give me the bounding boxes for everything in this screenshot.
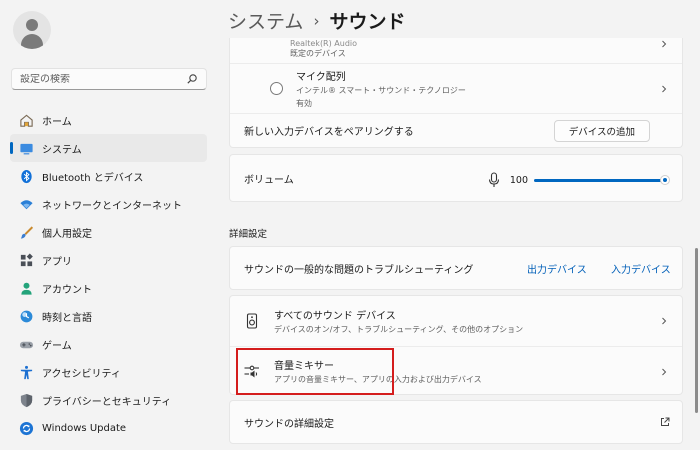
troubleshoot-card: サウンドの一般的な問題のトラブルシューティング 出力デバイス 入力デバイス [229, 246, 683, 290]
chevron-right-icon [662, 85, 667, 93]
sidebar-item-windows-update[interactable]: Windows Update [10, 414, 207, 442]
advanced-section-title: 詳細設定 [229, 229, 268, 240]
sidebar-item-accounts[interactable]: アカウント [10, 274, 207, 302]
search-box[interactable] [11, 68, 207, 90]
apps-icon [18, 252, 34, 268]
sidebar-item-system[interactable]: システム [10, 134, 207, 162]
mic-vendor: インテル® スマート・サウンド・テクノロジー [296, 86, 466, 95]
sidebar-item-label: Bluetooth とデバイス [42, 172, 144, 184]
sidebar-item-label: システム [42, 144, 82, 156]
sidebar: ホーム システム Bluetooth とデバイス ネットワークとインターネット … [0, 0, 215, 450]
chevron-right-icon [662, 317, 667, 325]
add-device-button[interactable]: デバイスの追加 [553, 119, 650, 142]
input-device-realtek-sub: 既定のデバイス [290, 49, 346, 58]
input-device-mic-row[interactable]: マイク配列 インテル® スマート・サウンド・テクノロジー 有効 [230, 63, 682, 113]
more-sound-settings-row[interactable]: サウンドの詳細設定 [230, 401, 682, 443]
volume-mixer-title: 音量ミキサー [274, 361, 334, 372]
input-device-realtek-title: Realtek(R) Audio [290, 39, 358, 48]
sidebar-item-bluetooth[interactable]: Bluetooth とデバイス [10, 162, 207, 190]
sidebar-item-label: アクセシビリティ [42, 368, 121, 380]
sidebar-item-privacy-security[interactable]: プライバシーとセキュリティ [10, 386, 207, 414]
volume-mixer-sub: アプリの音量ミキサー、アプリの入力および出力デバイス [274, 375, 482, 384]
volume-slider-track [534, 179, 666, 182]
mic-status: 有効 [296, 99, 312, 108]
troubleshoot-input-link[interactable]: 入力デバイス [611, 261, 671, 276]
breadcrumb-separator: › [313, 11, 320, 30]
breadcrumb: システム › サウンド [228, 7, 405, 34]
wifi-icon [18, 196, 34, 212]
sidebar-item-home[interactable]: ホーム [10, 106, 207, 134]
chevron-right-icon [662, 368, 667, 376]
troubleshoot-row: サウンドの一般的な問題のトラブルシューティング 出力デバイス 入力デバイス [230, 247, 682, 289]
system-icon [18, 140, 34, 156]
sidebar-item-accessibility[interactable]: アクセシビリティ [10, 358, 207, 386]
sound-devices-card: すべてのサウンド デバイス デバイスのオン/オフ、トラブルシューティング、その他… [229, 295, 683, 395]
update-icon [18, 420, 34, 436]
open-external-icon [661, 417, 670, 426]
more-sound-settings-label: サウンドの詳細設定 [244, 418, 334, 430]
sidebar-item-label: アプリ [42, 256, 72, 268]
volume-label: ボリューム [244, 174, 294, 186]
sidebar-item-gaming[interactable]: ゲーム [10, 330, 207, 358]
sidebar-item-label: ホーム [42, 116, 72, 128]
volume-row: ボリューム 100 [230, 155, 682, 201]
sidebar-item-time-language[interactable]: 時刻と言語 [10, 302, 207, 330]
page-title: サウンド [329, 11, 406, 33]
avatar[interactable] [13, 11, 51, 49]
all-sound-devices-row[interactable]: すべてのサウンド デバイス デバイスのオン/オフ、トラブルシューティング、その他… [230, 296, 682, 346]
sidebar-item-label: ゲーム [42, 340, 72, 352]
brush-icon [18, 224, 34, 240]
troubleshoot-label: サウンドの一般的な問題のトラブルシューティング [244, 264, 474, 276]
volume-mixer-icon [244, 365, 259, 378]
all-sound-devices-sub: デバイスのオン/オフ、トラブルシューティング、その他のオプション [274, 325, 524, 334]
home-icon [18, 112, 34, 128]
clock-globe-icon [18, 308, 34, 324]
microphone-icon[interactable] [488, 172, 500, 188]
sidebar-item-label: 個人用設定 [42, 228, 92, 240]
sidebar-item-apps[interactable]: アプリ [10, 246, 207, 274]
search-icon[interactable] [186, 73, 198, 85]
chevron-right-icon [662, 40, 667, 48]
scrollbar[interactable] [695, 248, 698, 413]
input-devices-card: Realtek(R) Audio 既定のデバイス マイク配列 インテル® スマー… [229, 38, 683, 148]
sidebar-item-label: ネットワークとインターネット [42, 200, 182, 212]
sidebar-item-label: プライバシーとセキュリティ [42, 396, 172, 408]
pair-input-label: 新しい入力デバイスをペアリングする [244, 127, 414, 138]
speaker-icon [246, 313, 258, 329]
sidebar-item-label: Windows Update [42, 422, 127, 434]
volume-card: ボリューム 100 [229, 154, 683, 202]
sidebar-item-label: アカウント [42, 284, 92, 296]
gamepad-icon [18, 336, 34, 352]
troubleshoot-output-link[interactable]: 出力デバイス [527, 261, 587, 276]
breadcrumb-parent[interactable]: システム [228, 7, 303, 34]
all-sound-devices-title: すべてのサウンド デバイス [274, 311, 396, 322]
accessibility-icon [18, 364, 34, 380]
account-icon [18, 280, 34, 296]
input-device-realtek-row[interactable]: Realtek(R) Audio 既定のデバイス [230, 38, 682, 63]
volume-value: 100 [509, 174, 528, 186]
volume-slider-thumb[interactable] [660, 175, 670, 185]
sidebar-item-label: 時刻と言語 [42, 312, 92, 324]
bluetooth-icon [18, 168, 34, 184]
sidebar-item-personalization[interactable]: 個人用設定 [10, 218, 207, 246]
shield-icon [18, 392, 34, 408]
mic-title: マイク配列 [296, 72, 346, 83]
mic-radio[interactable] [270, 82, 283, 95]
volume-slider[interactable] [534, 175, 670, 185]
sidebar-nav: ホーム システム Bluetooth とデバイス ネットワークとインターネット … [10, 106, 207, 442]
more-sound-settings-card: サウンドの詳細設定 [229, 400, 683, 444]
volume-mixer-row[interactable]: 音量ミキサー アプリの音量ミキサー、アプリの入力および出力デバイス [230, 346, 682, 395]
search-input[interactable] [20, 73, 186, 85]
sidebar-item-network[interactable]: ネットワークとインターネット [10, 190, 207, 218]
pair-input-row: 新しい入力デバイスをペアリングする デバイスの追加 [230, 113, 682, 147]
